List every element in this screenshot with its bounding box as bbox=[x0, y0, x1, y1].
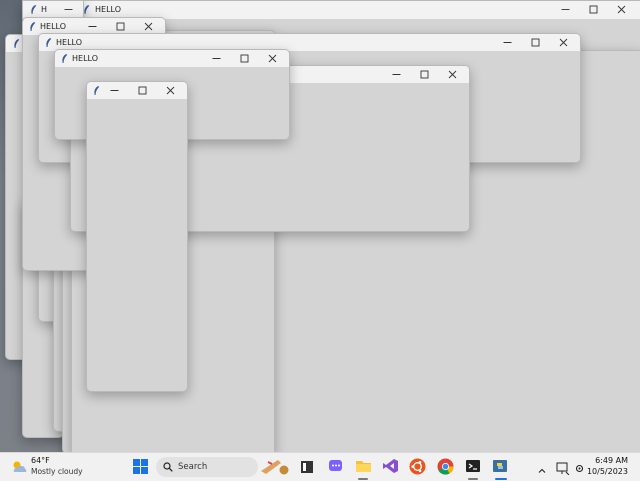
taskbar-app-terminal[interactable] bbox=[465, 458, 481, 474]
minimize-button[interactable] bbox=[383, 66, 411, 83]
windows-start-icon bbox=[133, 459, 148, 474]
maximize-icon bbox=[531, 38, 540, 47]
minimize-icon bbox=[88, 26, 97, 27]
maximize-icon bbox=[138, 86, 147, 95]
minimize-icon bbox=[503, 42, 512, 43]
terminal-icon bbox=[466, 460, 480, 472]
minimize-button[interactable] bbox=[552, 1, 580, 18]
python-app-icon bbox=[493, 460, 507, 472]
minimize-icon bbox=[212, 58, 221, 59]
feather-app-icon bbox=[30, 22, 36, 31]
taskbar-app-file-explorer[interactable] bbox=[355, 458, 372, 474]
maximize-icon bbox=[589, 5, 598, 14]
taskbar-app-visual-studio[interactable] bbox=[382, 458, 399, 474]
titlebar[interactable]: H bbox=[23, 1, 83, 18]
close-icon bbox=[268, 54, 277, 63]
search-label: Search bbox=[178, 462, 208, 472]
taskbar-app-python[interactable] bbox=[492, 458, 508, 474]
close-button[interactable] bbox=[157, 82, 185, 99]
visual-studio-icon bbox=[383, 459, 398, 473]
close-button[interactable] bbox=[550, 34, 578, 51]
minimize-button[interactable] bbox=[494, 34, 522, 51]
close-button[interactable] bbox=[439, 66, 467, 83]
close-icon bbox=[559, 38, 568, 47]
clock-date[interactable]: 10/5/2023 bbox=[587, 467, 628, 476]
close-button[interactable] bbox=[608, 1, 636, 18]
close-button[interactable] bbox=[259, 50, 287, 67]
taskbar-app-paint-tools[interactable] bbox=[258, 456, 292, 476]
tray-overflow-button[interactable] bbox=[537, 461, 547, 473]
minimize-icon bbox=[64, 9, 73, 10]
weather-description[interactable]: Mostly cloudy bbox=[31, 467, 83, 476]
minimize-icon bbox=[110, 90, 119, 91]
search-icon bbox=[163, 462, 173, 472]
maximize-button[interactable] bbox=[411, 66, 439, 83]
taskbar-app-chrome[interactable] bbox=[437, 458, 454, 475]
maximize-button[interactable] bbox=[580, 1, 608, 18]
minimize-icon bbox=[392, 74, 401, 75]
window-title: HELLO bbox=[95, 5, 121, 14]
window-title: HELLO bbox=[56, 38, 82, 47]
window-narrow[interactable] bbox=[86, 81, 188, 392]
maximize-icon bbox=[116, 22, 125, 31]
network-display-icon bbox=[556, 462, 570, 476]
window-title: HELLO bbox=[40, 22, 66, 31]
taskbar-app-teams[interactable] bbox=[328, 458, 344, 474]
minimize-button[interactable] bbox=[55, 1, 83, 18]
chat-icon bbox=[329, 460, 342, 471]
feather-app-icon bbox=[94, 86, 100, 95]
maximize-button[interactable] bbox=[129, 82, 157, 99]
minimize-button[interactable] bbox=[101, 82, 129, 99]
minimize-icon bbox=[561, 9, 570, 10]
chrome-icon bbox=[437, 458, 454, 475]
taskbar-app-ubuntu[interactable] bbox=[409, 458, 426, 475]
close-icon bbox=[448, 70, 457, 79]
settings-audio-icon bbox=[575, 464, 584, 473]
taskbar-search[interactable]: Search bbox=[156, 457, 258, 477]
file-manager-icon bbox=[301, 461, 313, 473]
taskbar: 64°F Mostly cloudy Search 6:49 AM 10/5/2… bbox=[0, 452, 640, 481]
maximize-button[interactable] bbox=[231, 50, 259, 67]
weather-widget[interactable] bbox=[10, 458, 28, 476]
maximize-button[interactable] bbox=[522, 34, 550, 51]
start-button[interactable] bbox=[133, 459, 148, 474]
tray-settings-button[interactable] bbox=[573, 460, 586, 473]
close-icon bbox=[166, 86, 175, 95]
minimize-button[interactable] bbox=[203, 50, 231, 67]
weather-temp[interactable]: 64°F bbox=[31, 456, 50, 465]
folder-icon bbox=[356, 461, 371, 472]
ubuntu-icon bbox=[409, 458, 426, 475]
close-icon bbox=[617, 5, 626, 14]
chevron-up-icon bbox=[538, 468, 546, 473]
tray-network-button[interactable] bbox=[556, 460, 570, 476]
close-icon bbox=[144, 22, 153, 31]
feather-app-icon bbox=[14, 39, 20, 48]
feather-app-icon bbox=[62, 54, 68, 63]
feather-app-icon bbox=[31, 5, 37, 14]
clock-time[interactable]: 6:49 AM bbox=[595, 456, 628, 465]
cloud-sun-icon bbox=[13, 461, 27, 472]
taskbar-app-file-manager[interactable] bbox=[300, 459, 314, 473]
maximize-icon bbox=[240, 54, 249, 63]
titlebar[interactable]: HELLO bbox=[55, 50, 289, 67]
window-title: HELLO bbox=[72, 54, 98, 63]
feather-app-icon bbox=[46, 38, 52, 47]
window-title: H bbox=[41, 5, 48, 14]
titlebar[interactable] bbox=[87, 82, 187, 99]
paint-tools-icon bbox=[261, 460, 289, 475]
maximize-icon bbox=[420, 70, 429, 79]
